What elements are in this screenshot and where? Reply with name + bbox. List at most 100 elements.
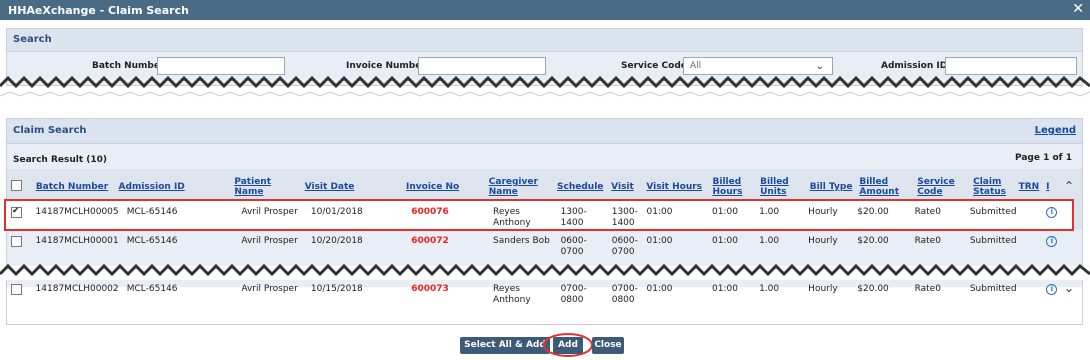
col-billed-units[interactable]: Billed Units (757, 176, 807, 198)
window-titlebar: HHAeXchange - Claim Search ✕ (0, 0, 1090, 20)
results-panel-title: Claim Search Legend (7, 119, 1082, 144)
invoice-number-label: Invoice Number: (346, 61, 430, 71)
row-checkbox[interactable] (11, 206, 22, 218)
cell-billed-hours: 01:00 (712, 284, 738, 294)
cell-date: 10/15/2018 (310, 284, 363, 294)
cell-batch: 14187MCLH00002 (35, 284, 119, 294)
batch-number-input[interactable] (157, 57, 285, 75)
col-billed-amount[interactable]: Billed Amount (856, 176, 914, 198)
cell-service: Rate0 (914, 207, 941, 217)
table-header-row: Batch Number Admission ID Patient Name V… (8, 176, 1066, 198)
col-admission-id[interactable]: Admission ID (116, 176, 232, 198)
cell-invoice[interactable]: 600073 (408, 284, 490, 306)
cell-batch: 14187MCLH00001 (35, 236, 119, 246)
claims-table: Batch Number Admission ID Patient Name V… (8, 176, 1066, 198)
admission-id-input[interactable] (945, 57, 1077, 75)
search-result-count: Search Result (10) (13, 155, 108, 165)
col-billed-hours[interactable]: Billed Hours (710, 176, 758, 198)
info-icon[interactable]: i (1046, 207, 1058, 218)
cell-status: Submitted (969, 284, 1017, 294)
cell-patient: Avril Prosper (241, 236, 298, 246)
cell-admission: MCL-65146 (126, 236, 178, 246)
cell-schedule: 1300-1400 (560, 207, 587, 228)
cell-amount: $20.00 (857, 207, 889, 217)
service-code-value: All (690, 61, 702, 71)
cell-status: Submitted (969, 236, 1017, 246)
col-service-code[interactable]: Service Code (914, 176, 970, 198)
col-patient-name[interactable]: Patient Name (231, 176, 301, 198)
col-batch-number[interactable]: Batch Number (33, 176, 116, 198)
cell-trn (1021, 284, 1044, 306)
col-visit[interactable]: Visit (608, 176, 643, 198)
col-bill-type[interactable]: Bill Type (807, 176, 857, 198)
col-trn[interactable]: TRN (1016, 176, 1044, 198)
cell-visit-hours: 01:00 (646, 284, 673, 294)
invoice-number-input[interactable] (418, 57, 546, 75)
cell-amount: $20.00 (857, 236, 889, 246)
cell-date: 10/01/2018 (310, 207, 363, 217)
cell-bill-type: Hourly (808, 236, 838, 246)
window-title: HHAeXchange - Claim Search (8, 4, 189, 17)
cell-bill-type: Hourly (808, 207, 838, 217)
cell-invoice[interactable]: 600076 (408, 207, 490, 229)
col-claim-status[interactable]: Claim Status (970, 176, 1016, 198)
cell-admission: MCL-65146 (126, 207, 178, 217)
info-icon[interactable]: i (1046, 284, 1058, 295)
col-caregiver-name[interactable]: Caregiver Name (486, 176, 554, 198)
page-info: Page 1 of 1 (1015, 153, 1072, 163)
search-panel-title: Search (7, 29, 1082, 52)
service-code-select[interactable]: All ⌄ (683, 57, 833, 75)
cell-patient: Avril Prosper (241, 207, 298, 217)
cell-admission: MCL-65146 (126, 284, 178, 294)
admission-id-label: Admission ID: (881, 61, 951, 71)
cell-bill-type: Hourly (808, 284, 838, 294)
cell-trn (1021, 207, 1044, 229)
chevron-down-icon: ⌄ (815, 61, 824, 72)
cell-caregiver: Reyes Anthony (493, 284, 531, 305)
cell-visit-hours: 01:00 (646, 207, 673, 217)
cell-billed-hours: 01:00 (712, 236, 738, 246)
cell-billed-hours: 01:00 (712, 207, 738, 217)
col-schedule[interactable]: Schedule (554, 176, 608, 198)
cell-invoice[interactable]: 600072 (408, 236, 490, 258)
cell-schedule: 0600-0700 (560, 236, 587, 257)
cell-billed-units: 1.00 (759, 236, 780, 246)
cell-billed-units: 1.00 (759, 284, 780, 294)
cell-caregiver: Reyes Anthony (493, 207, 531, 228)
cell-service: Rate0 (914, 236, 941, 246)
cell-visit-hours: 01:00 (646, 236, 673, 246)
cell-date: 10/20/2018 (310, 236, 363, 246)
cell-caregiver: Sanders Bob (493, 236, 550, 246)
cell-patient: Avril Prosper (241, 284, 298, 294)
add-button-highlight-ring (543, 333, 593, 357)
select-all-header[interactable] (8, 176, 33, 198)
col-visit-hours[interactable]: Visit Hours (643, 176, 709, 198)
cell-trn (1021, 236, 1044, 258)
row-checkbox[interactable] (11, 236, 22, 247)
cell-amount: $20.00 (857, 284, 889, 294)
col-info[interactable]: I (1043, 176, 1066, 198)
select-all-add-button[interactable]: Select All & Add (460, 337, 550, 354)
table-row-1[interactable]: 14187MCLH00005 MCL-65146 Avril Prosper 1… (8, 206, 1066, 229)
legend-link[interactable]: Legend (1035, 119, 1076, 143)
cell-batch: 14187MCLH00005 (35, 207, 119, 217)
close-button[interactable]: Close (592, 337, 624, 354)
row-checkbox[interactable] (11, 284, 22, 295)
select-all-checkbox[interactable] (11, 180, 22, 191)
service-code-label: Service Code: (621, 61, 691, 71)
table-row-3[interactable]: 14187MCLH00002 MCL-65146 Avril Prosper 1… (8, 284, 1066, 306)
col-visit-date[interactable]: Visit Date (302, 176, 403, 198)
cell-service: Rate0 (914, 284, 941, 294)
cell-visit: 0600- 0700 (611, 236, 638, 257)
cell-schedule: 0700-0800 (560, 284, 587, 305)
cell-visit: 1300- 1400 (611, 207, 638, 228)
col-invoice-no[interactable]: Invoice No (403, 176, 486, 198)
close-icon[interactable]: ✕ (1072, 1, 1084, 17)
torn-edge-divider (0, 75, 1090, 97)
cell-visit: 0700- 0800 (611, 284, 638, 305)
table-row-2[interactable]: 14187MCLH00001 MCL-65146 Avril Prosper 1… (8, 236, 1066, 258)
info-icon[interactable]: i (1046, 236, 1058, 247)
claim-search-title: Claim Search (13, 125, 87, 136)
cell-billed-units: 1.00 (759, 207, 780, 217)
cell-status: Submitted (969, 207, 1017, 217)
